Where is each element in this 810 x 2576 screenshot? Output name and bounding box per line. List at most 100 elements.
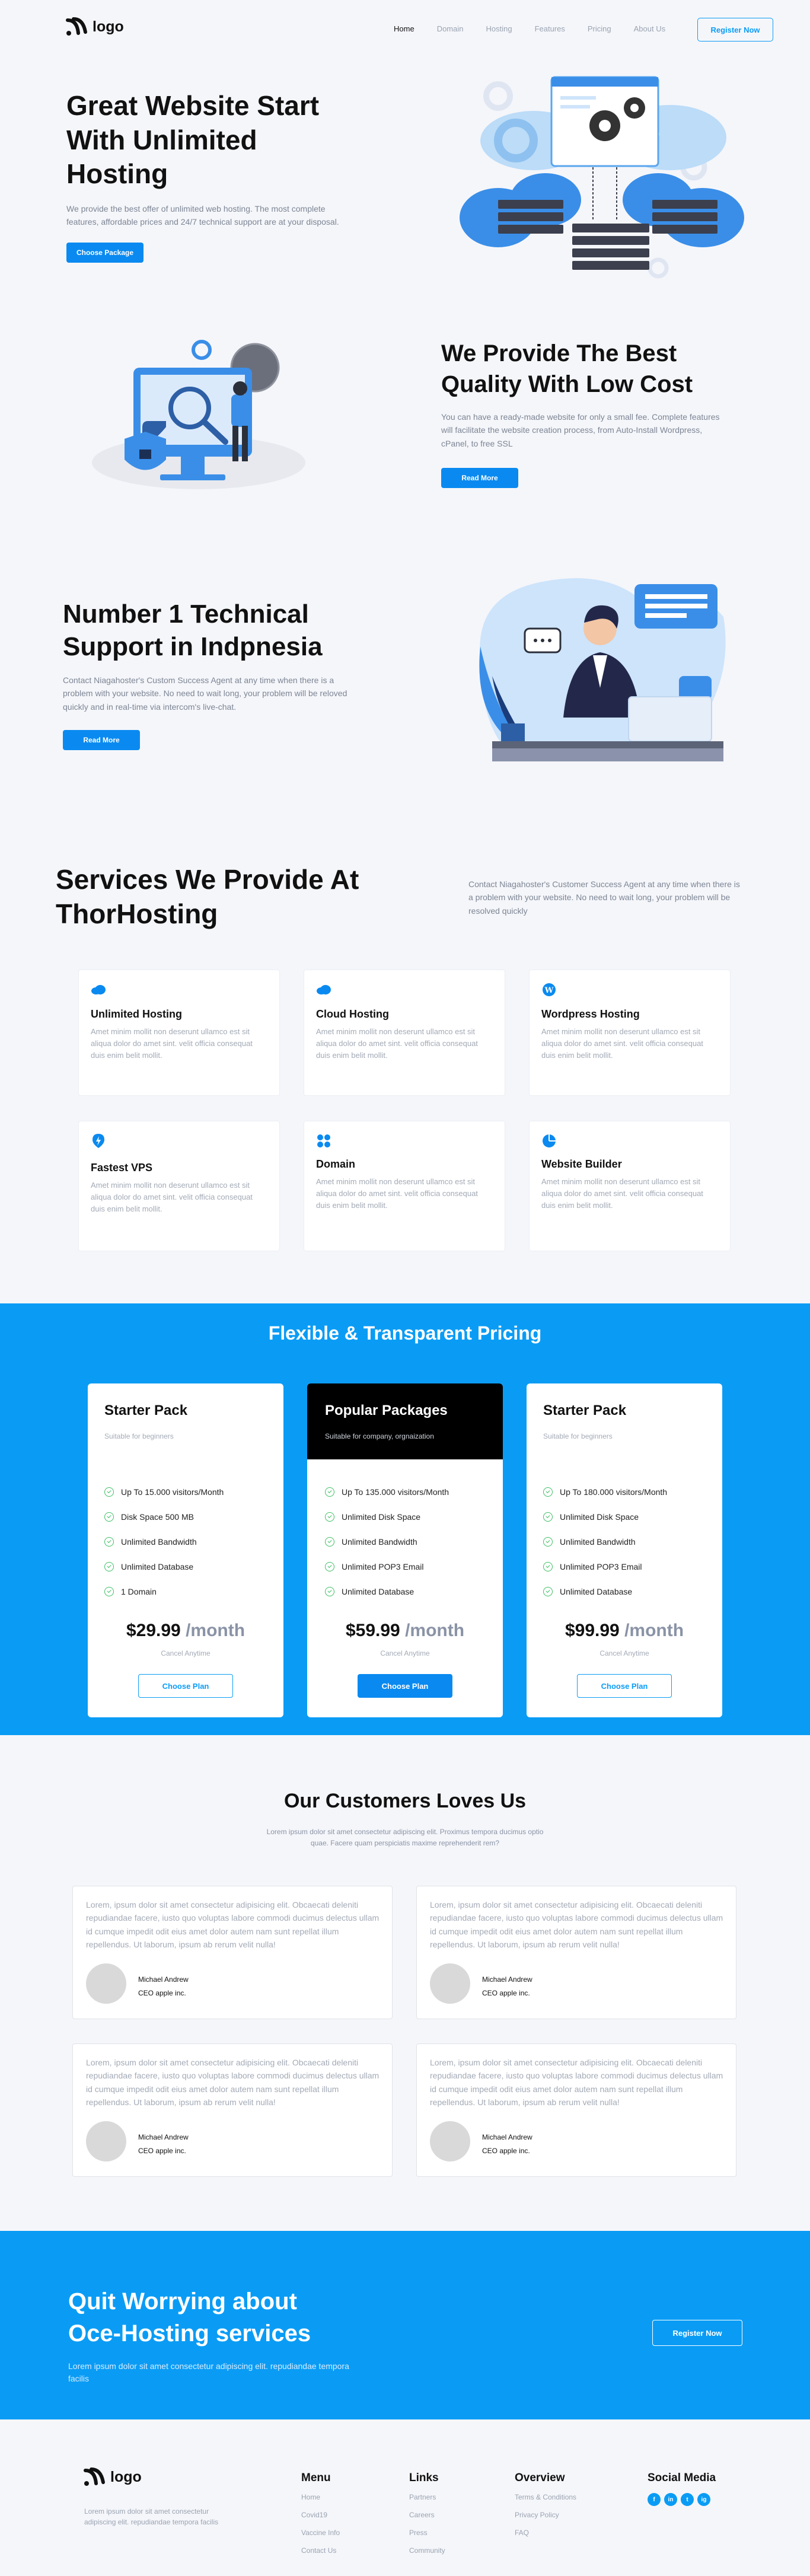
quality-description: You can have a ready-made website for on… bbox=[441, 412, 720, 448]
check-icon bbox=[325, 1487, 334, 1497]
service-title: Domain bbox=[316, 1158, 356, 1170]
plan-cancel-note: Cancel Anytime bbox=[599, 1649, 649, 1657]
plan-feature: Up To 135.000 visitors/Month bbox=[325, 1480, 449, 1504]
linkedin-icon[interactable]: in bbox=[664, 2493, 677, 2506]
footer-logo[interactable]: logo bbox=[83, 2467, 142, 2487]
plan-feature: Unlimited Disk Space bbox=[325, 1504, 449, 1529]
plan-features: Up To 135.000 visitors/Month Unlimited D… bbox=[325, 1480, 449, 1604]
testimonial-role: CEO apple inc. bbox=[138, 2147, 186, 2155]
twitter-icon[interactable]: t bbox=[681, 2493, 694, 2506]
footer-col-links: Links Partners Careers Press Community bbox=[409, 2472, 445, 2555]
service-card-website-builder[interactable]: Website Builder Amet minim mollit non de… bbox=[529, 1121, 731, 1251]
testimonial-card: Lorem, ipsum dolor sit amet consectetur … bbox=[416, 1886, 736, 2019]
nav-features[interactable]: Features bbox=[535, 24, 565, 33]
service-card-unlimited-hosting[interactable]: Unlimited Hosting Amet minim mollit non … bbox=[78, 970, 280, 1096]
footer-link[interactable]: Privacy Policy bbox=[515, 2511, 576, 2519]
service-desc: Amet minim mollit non deserunt ullamco e… bbox=[316, 1177, 478, 1210]
plan-price: $59.99 /month bbox=[345, 1621, 465, 1640]
register-button[interactable]: Register Now bbox=[697, 18, 773, 42]
footer-link[interactable]: Vaccine Info bbox=[301, 2529, 340, 2537]
footer-link[interactable]: Terms & Conditions bbox=[515, 2493, 576, 2501]
quality-read-more-button[interactable]: Read More bbox=[441, 468, 518, 489]
lightning-icon bbox=[91, 1133, 106, 1149]
support-read-more-button[interactable]: Read More bbox=[63, 730, 140, 751]
nav-pricing[interactable]: Pricing bbox=[588, 24, 611, 33]
check-icon bbox=[104, 1512, 114, 1522]
support-title: Number 1 Technical Support in Indpnesia bbox=[63, 600, 323, 661]
footer-link[interactable]: Covid19 bbox=[301, 2511, 340, 2519]
avatar bbox=[430, 1963, 470, 2004]
plan-feature: Disk Space 500 MB bbox=[104, 1504, 224, 1529]
footer-heading: Links bbox=[409, 2472, 439, 2484]
service-card-wordpress-hosting[interactable]: W Wordpress Hosting Amet minim mollit no… bbox=[529, 970, 731, 1096]
service-card-fastest-vps[interactable]: Fastest VPS Amet minim mollit non deseru… bbox=[78, 1121, 280, 1251]
support-text: Number 1 Technical Support in Indpnesia … bbox=[63, 598, 383, 751]
footer: logo Lorem ipsum dolor sit amet consecte… bbox=[0, 2419, 810, 2576]
security-illustration bbox=[92, 340, 305, 489]
service-desc: Amet minim mollit non deserunt ullamco e… bbox=[541, 1027, 703, 1060]
logo-text: logo bbox=[93, 18, 124, 35]
choose-plan-button[interactable]: Choose Plan bbox=[358, 1674, 452, 1698]
footer-link[interactable]: Community bbox=[409, 2546, 445, 2555]
plan-feature: Unlimited Database bbox=[325, 1579, 449, 1604]
plan-features: Up To 15.000 visitors/Month Disk Space 5… bbox=[104, 1480, 224, 1604]
testimonial-text: Lorem, ipsum dolor sit amet consectetur … bbox=[86, 2058, 380, 2108]
plan-name: Starter Pack bbox=[104, 1402, 188, 1418]
plan-feature: Unlimited Database bbox=[104, 1554, 224, 1579]
nav-domain[interactable]: Domain bbox=[437, 24, 464, 33]
footer-link[interactable]: Careers bbox=[409, 2511, 445, 2519]
service-card-domain[interactable]: Domain Amet minim mollit non deserunt ul… bbox=[304, 1121, 505, 1251]
service-title: Unlimited Hosting bbox=[91, 1008, 182, 1020]
pricing-card-starter-2: Starter Pack Suitable for beginners Up T… bbox=[527, 1383, 722, 1717]
choose-plan-button[interactable]: Choose Plan bbox=[138, 1674, 233, 1698]
footer-link[interactable]: Partners bbox=[409, 2493, 445, 2501]
testimonial-card: Lorem, ipsum dolor sit amet consectetur … bbox=[72, 2043, 393, 2177]
instagram-icon[interactable]: ig bbox=[697, 2493, 710, 2506]
plan-header bbox=[307, 1383, 503, 1459]
footer-tagline: Lorem ipsum dolor sit amet consectetur a… bbox=[84, 2507, 219, 2526]
cta-register-button[interactable]: Register Now bbox=[652, 2320, 742, 2346]
nav-home[interactable]: Home bbox=[394, 24, 414, 33]
choose-package-button[interactable]: Choose Package bbox=[66, 243, 143, 263]
hero-title: Great Website Start With Unlimited Hosti… bbox=[66, 90, 320, 189]
nav-about[interactable]: About Us bbox=[634, 24, 665, 33]
support-agent-illustration bbox=[479, 578, 726, 761]
check-icon bbox=[543, 1537, 553, 1547]
service-title: Wordpress Hosting bbox=[541, 1008, 640, 1020]
logo-icon bbox=[84, 2467, 105, 2486]
footer-link[interactable]: Home bbox=[301, 2493, 340, 2501]
plan-feature: Unlimited Bandwidth bbox=[104, 1529, 224, 1554]
logo[interactable]: logo bbox=[65, 17, 124, 37]
facebook-icon[interactable]: f bbox=[648, 2493, 661, 2506]
plan-name: Starter Pack bbox=[543, 1402, 627, 1418]
testimonial-text: Lorem, ipsum dolor sit amet consectetur … bbox=[86, 1900, 380, 1950]
plan-subtitle: Suitable for beginners bbox=[543, 1432, 613, 1440]
testimonial-name: Michael Andrew bbox=[482, 1975, 532, 1984]
quality-text: We Provide The Best Quality With Low Cos… bbox=[441, 338, 750, 489]
choose-plan-button[interactable]: Choose Plan bbox=[577, 1674, 672, 1698]
service-card-cloud-hosting[interactable]: Cloud Hosting Amet minim mollit non dese… bbox=[304, 970, 505, 1096]
check-icon bbox=[104, 1562, 114, 1571]
cloud-icon bbox=[91, 982, 106, 997]
footer-link[interactable]: FAQ bbox=[515, 2529, 576, 2537]
footer-link[interactable]: Contact Us bbox=[301, 2546, 340, 2555]
check-icon bbox=[325, 1512, 334, 1522]
service-title: Fastest VPS bbox=[91, 1162, 153, 1174]
check-icon bbox=[104, 1537, 114, 1547]
plan-feature: Unlimited POP3 Email bbox=[543, 1554, 667, 1579]
testimonial-text: Lorem, ipsum dolor sit amet consectetur … bbox=[430, 2058, 723, 2108]
plan-feature: Unlimited Database bbox=[543, 1579, 667, 1604]
service-desc: Amet minim mollit non deserunt ullamco e… bbox=[541, 1177, 703, 1210]
footer-heading: Menu bbox=[301, 2472, 331, 2484]
testimonial-role: CEO apple inc. bbox=[482, 2147, 530, 2155]
footer-logo-text: logo bbox=[110, 2468, 142, 2485]
footer-link[interactable]: Press bbox=[409, 2529, 445, 2537]
service-title: Cloud Hosting bbox=[316, 1008, 389, 1020]
plan-feature: Unlimited Bandwidth bbox=[543, 1529, 667, 1554]
check-icon bbox=[104, 1587, 114, 1596]
nav-hosting[interactable]: Hosting bbox=[486, 24, 512, 33]
check-icon bbox=[325, 1537, 334, 1547]
testimonial-role: CEO apple inc. bbox=[482, 1989, 530, 1997]
pricing-card-popular: Popular Packages Suitable for company, o… bbox=[307, 1383, 503, 1717]
plan-price: $99.99 /month bbox=[565, 1621, 684, 1640]
